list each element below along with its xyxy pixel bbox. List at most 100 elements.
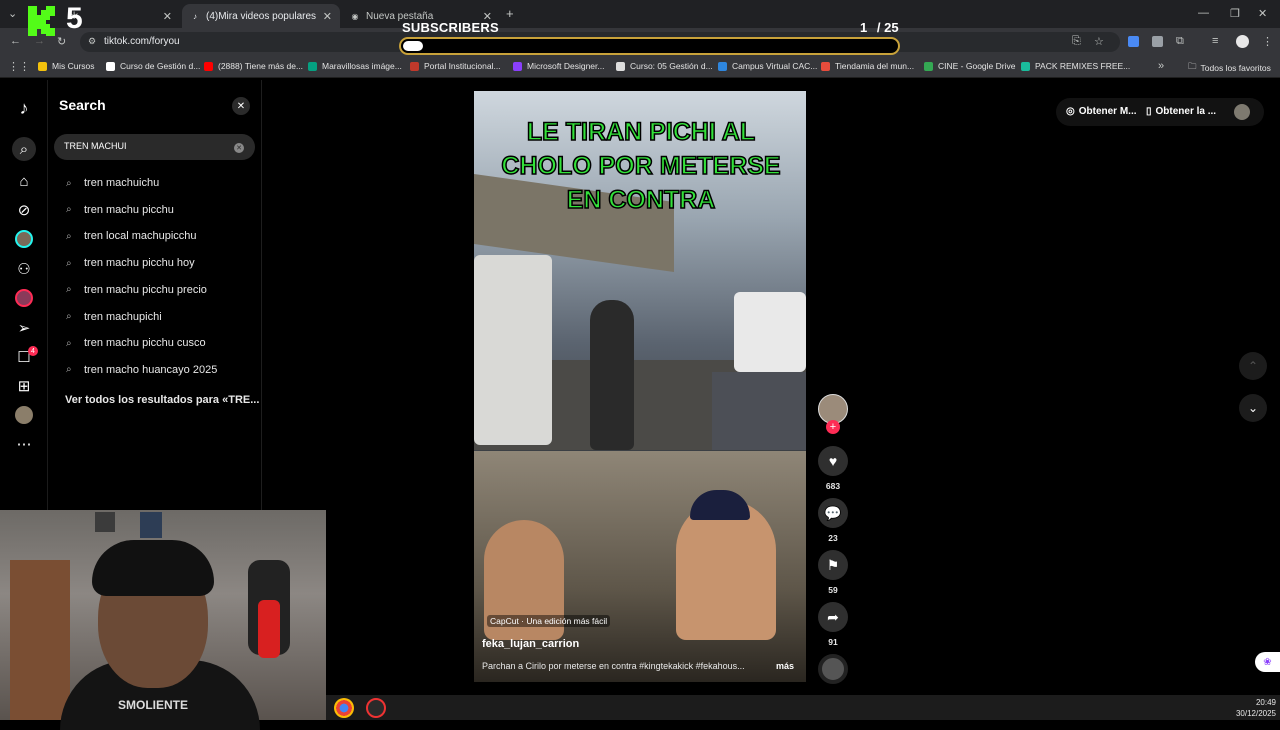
- bookmark-favicon-icon: [106, 61, 115, 71]
- close-icon[interactable]: ✕: [163, 10, 172, 23]
- search-suggestion[interactable]: ⌕ tren machu picchu precio: [66, 284, 207, 296]
- new-tab-icon[interactable]: +: [506, 6, 514, 21]
- tiktok-logo-icon[interactable]: ♪: [14, 98, 34, 118]
- extension-icon[interactable]: [1128, 36, 1139, 47]
- bookmark-item[interactable]: Microsoft Designer...: [513, 61, 604, 71]
- video-author[interactable]: feka_lujan_carrion: [482, 638, 579, 650]
- bookmark-item[interactable]: Portal Institucional...: [410, 61, 501, 71]
- bookmark-label: Tiendamia del mun...: [835, 61, 915, 71]
- media-icon[interactable]: ≡: [1212, 35, 1218, 47]
- webcam-person-hair: [92, 540, 214, 596]
- restore-icon[interactable]: ❐: [1230, 7, 1240, 20]
- bookmark-item[interactable]: Maravillosas imáge...: [308, 61, 402, 71]
- search-suggestion[interactable]: ⌕ tren machupichi: [66, 311, 162, 323]
- back-icon[interactable]: ←: [10, 35, 21, 47]
- install-app-icon[interactable]: ⎘: [1072, 35, 1081, 48]
- live-avatar-icon[interactable]: [14, 288, 34, 308]
- clock-date: 30/12/2025: [1235, 709, 1276, 718]
- profile-avatar[interactable]: [1236, 35, 1249, 48]
- tab-2[interactable]: ♪ (4)Mira videos populares selec ✕: [182, 4, 340, 28]
- bookmark-item[interactable]: Tiendamia del mun...: [821, 61, 914, 71]
- tab-list-icon[interactable]: ⌄: [8, 7, 17, 20]
- bookmarks-folder[interactable]: 🗀 Todos los favoritos: [1188, 61, 1271, 75]
- video-inset: [712, 372, 806, 450]
- puzzle-icon[interactable]: ⧉: [1176, 35, 1184, 48]
- search-suggestion-label: tren machu picchu hoy: [84, 257, 195, 270]
- upload-icon[interactable]: ⊞: [14, 376, 34, 396]
- get-app-button[interactable]: ▯ Obtener la ...: [1146, 106, 1216, 117]
- subscribers-label: SUBSCRIBERS: [402, 20, 499, 35]
- search-icon: ⌕: [66, 364, 72, 376]
- apps-icon[interactable]: ⋮⋮: [8, 60, 30, 73]
- url-text[interactable]: tiktok.com/foryou: [104, 36, 180, 47]
- bookmark-label: Mis Cursos: [52, 61, 95, 71]
- search-suggestion-label: tren machupichi: [84, 310, 162, 323]
- minimize-icon[interactable]: —: [1198, 7, 1209, 19]
- bookmark-item[interactable]: Campus Virtual CAC...: [718, 61, 817, 71]
- search-suggestion[interactable]: ⌕ tren local machupicchu: [66, 230, 197, 242]
- chrome-taskbar-icon[interactable]: [334, 698, 354, 718]
- messages-icon[interactable]: ➢: [14, 318, 34, 338]
- search-icon: ⌕: [66, 337, 72, 349]
- bookmark-favicon-icon: [924, 61, 933, 71]
- more-icon[interactable]: ⋯: [14, 434, 34, 454]
- search-icon[interactable]: ⌕: [12, 137, 36, 161]
- profile-avatar-icon[interactable]: [14, 405, 34, 425]
- get-coins-button[interactable]: ◎ Obtener M...: [1066, 106, 1137, 117]
- more-link[interactable]: más: [776, 661, 794, 671]
- heart-icon[interactable]: ♥: [818, 446, 848, 476]
- bookmark-item[interactable]: (2888) Tiene más de...: [204, 61, 303, 71]
- home-icon[interactable]: ⌂: [14, 171, 34, 191]
- extension-icon[interactable]: [1152, 36, 1163, 47]
- folder-icon: 🗀: [1188, 61, 1197, 71]
- site-info-icon[interactable]: ⚙: [88, 36, 96, 47]
- menu-icon[interactable]: ⋮: [1262, 35, 1273, 48]
- share-icon[interactable]: ➦: [818, 602, 848, 632]
- clock[interactable]: 20:49 30/12/2025: [1230, 697, 1276, 719]
- obs-taskbar-icon[interactable]: [366, 698, 386, 718]
- bookmark-label: (2888) Tiene más de...: [218, 61, 304, 71]
- video-van: [734, 292, 806, 372]
- bookmark-favicon-icon: [821, 61, 830, 71]
- search-suggestion[interactable]: ⌕ tren machuichu: [66, 177, 159, 189]
- chevron-up-icon[interactable]: ⌃: [1239, 352, 1267, 380]
- chevron-down-icon[interactable]: ⌄: [1239, 394, 1267, 422]
- bookmark-icon[interactable]: ⚑: [818, 550, 848, 580]
- following-avatar-icon[interactable]: [14, 229, 34, 249]
- clear-icon[interactable]: ✕: [234, 143, 244, 153]
- get-coins-label: Obtener M...: [1078, 106, 1137, 117]
- friends-icon[interactable]: ⚇: [14, 259, 34, 279]
- bookmark-item[interactable]: Curso: 05 Gestión d...: [616, 61, 713, 71]
- capcut-label[interactable]: CapCut · Una edición más fácil: [487, 615, 611, 627]
- bookmark-item[interactable]: CINE - Google Drive: [924, 61, 1015, 71]
- search-suggestion[interactable]: ⌕ tren macho huancayo 2025: [66, 364, 217, 376]
- search-suggestion[interactable]: ⌕ tren machu picchu: [66, 204, 174, 216]
- sidebar-assistant-icon[interactable]: ❀: [1255, 652, 1280, 672]
- view-all-results-link[interactable]: Ver todos los resultados para «TRE...: [65, 394, 259, 406]
- close-icon[interactable]: ✕: [323, 10, 332, 23]
- music-disc-icon[interactable]: [818, 654, 848, 684]
- forward-icon[interactable]: →: [34, 35, 45, 47]
- comment-icon[interactable]: 💬: [818, 498, 848, 528]
- video-caption: LE TIRAN PICHI AL CHOLO POR METERSE EN C…: [501, 117, 782, 215]
- reload-icon[interactable]: ↻: [57, 35, 66, 48]
- follow-icon[interactable]: +: [826, 420, 840, 434]
- chevron-right-icon[interactable]: »: [1158, 60, 1164, 72]
- bookmark-label: PACK REMIXES FREE...: [1035, 61, 1131, 71]
- explore-icon[interactable]: ⊘: [14, 200, 34, 220]
- bookmark-favicon-icon: [1021, 61, 1030, 71]
- bookmark-item[interactable]: PACK REMIXES FREE...: [1021, 61, 1130, 71]
- user-avatar[interactable]: [1234, 104, 1250, 120]
- search-input[interactable]: [64, 141, 224, 151]
- bookmark-label: Campus Virtual CAC...: [732, 61, 818, 71]
- star-icon[interactable]: ☆: [1094, 35, 1104, 48]
- window-close-icon[interactable]: ✕: [1258, 7, 1267, 20]
- close-icon[interactable]: ✕: [232, 97, 250, 115]
- tab-1[interactable]: ck ✕: [40, 4, 180, 28]
- bookmark-item[interactable]: Mis Cursos: [38, 61, 95, 71]
- webcam-picture: [140, 512, 162, 538]
- search-icon: ⌕: [66, 311, 72, 322]
- search-suggestion[interactable]: ⌕ tren machu picchu cusco: [66, 337, 206, 349]
- bookmark-item[interactable]: Curso de Gestión d...: [106, 61, 200, 71]
- search-suggestion[interactable]: ⌕ tren machu picchu hoy: [66, 257, 195, 269]
